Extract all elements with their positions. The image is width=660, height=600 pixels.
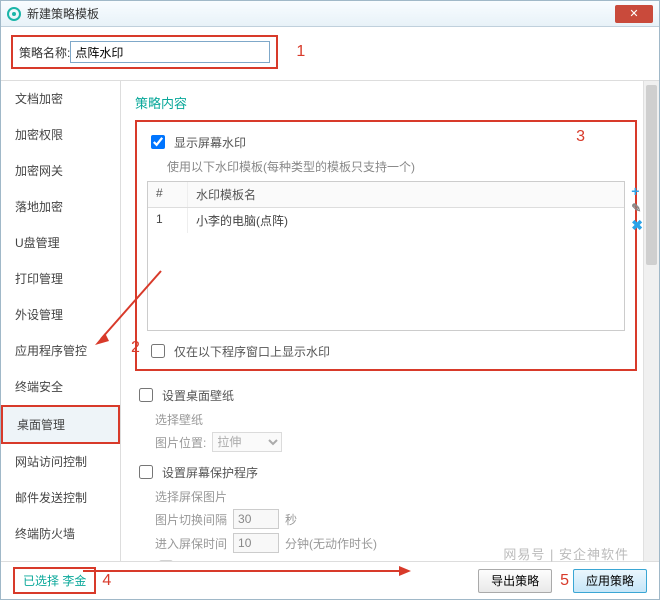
window-title: 新建策略模板: [27, 5, 99, 22]
annotation-4: 4: [102, 572, 111, 590]
annotation-5: 5: [560, 572, 569, 590]
apply-policy-button[interactable]: 应用策略: [573, 569, 647, 593]
policy-name-input[interactable]: [70, 41, 270, 63]
seconds-label: 秒: [285, 511, 297, 528]
pic-pos-label: 图片位置:: [155, 434, 206, 451]
sidebar-item-7[interactable]: 应用程序管控: [1, 333, 120, 369]
pic-pos-select: 拉伸: [212, 432, 282, 452]
sidebar-item-3[interactable]: 落地加密: [1, 189, 120, 225]
selected-user: 已选择 李金: [13, 567, 96, 594]
enter-saver-label: 进入屏保时间: [155, 535, 227, 552]
only-window-label: 仅在以下程序窗口上显示水印: [174, 343, 330, 360]
col-index-header: #: [148, 182, 188, 207]
sidebar-item-13[interactable]: 本地审计: [1, 552, 120, 561]
only-window-checkbox[interactable]: [151, 344, 165, 358]
edit-icon[interactable]: ✎: [631, 201, 643, 215]
sidebar-item-10[interactable]: 网站访问控制: [1, 444, 120, 480]
choose-saver-label: 选择屏保图片: [155, 488, 637, 505]
app-icon: [7, 7, 21, 21]
resume-login-checkbox: [159, 560, 173, 561]
annotation-2: 2: [131, 339, 140, 357]
sidebar-item-12[interactable]: 终端防火墙: [1, 516, 120, 552]
template-table: # 水印模板名 1 小李的电脑(点阵): [147, 181, 625, 331]
wallpaper-label: 设置桌面壁纸: [162, 387, 234, 404]
category-sidebar: 文档加密加密权限加密网关落地加密U盘管理打印管理外设管理应用程序管控终端安全桌面…: [1, 81, 121, 561]
screensaver-label: 设置屏幕保护程序: [162, 464, 258, 481]
main-scrollbar[interactable]: [643, 81, 659, 561]
pic-interval-spin: [233, 509, 279, 529]
sidebar-item-8[interactable]: 终端安全: [1, 369, 120, 405]
delete-icon[interactable]: ✖: [631, 217, 643, 234]
table-row[interactable]: 1 小李的电脑(点阵): [148, 208, 624, 233]
show-watermark-checkbox[interactable]: [151, 135, 165, 149]
sidebar-item-4[interactable]: U盘管理: [1, 225, 120, 261]
watermark-panel: 3 显示屏幕水印 使用以下水印模板(每种类型的模板只支持一个) # 水印模板名 …: [135, 120, 637, 371]
policy-name-label: 策略名称:: [19, 44, 70, 61]
template-hint: 使用以下水印模板(每种类型的模板只支持一个): [167, 158, 625, 175]
export-policy-button[interactable]: 导出策略: [478, 569, 552, 593]
add-icon[interactable]: +: [631, 183, 643, 199]
resume-login-label: 在恢复时显示登录屏幕: [182, 559, 302, 562]
screensaver-checkbox[interactable]: [139, 465, 153, 479]
annotation-3: 3: [576, 128, 585, 146]
sidebar-item-9[interactable]: 桌面管理: [1, 405, 120, 444]
show-watermark-label: 显示屏幕水印: [174, 134, 246, 151]
main-panel: 策略内容 3 显示屏幕水印 使用以下水印模板(每种类型的模板只支持一个) # 水…: [121, 81, 659, 561]
annotation-1: 1: [296, 43, 305, 61]
pic-interval-label: 图片切换间隔: [155, 511, 227, 528]
close-button[interactable]: ✕: [615, 5, 653, 23]
sidebar-item-6[interactable]: 外设管理: [1, 297, 120, 333]
sidebar-item-11[interactable]: 邮件发送控制: [1, 480, 120, 516]
policy-name-group: 策略名称:: [11, 35, 278, 69]
sidebar-item-2[interactable]: 加密网关: [1, 153, 120, 189]
sidebar-item-5[interactable]: 打印管理: [1, 261, 120, 297]
wallpaper-checkbox[interactable]: [139, 388, 153, 402]
choose-wallpaper-label: 选择壁纸: [155, 411, 637, 428]
sidebar-item-0[interactable]: 文档加密: [1, 81, 120, 117]
col-name-header: 水印模板名: [188, 182, 624, 207]
sidebar-item-1[interactable]: 加密权限: [1, 117, 120, 153]
enter-saver-spin: [233, 533, 279, 553]
minutes-hint: 分钟(无动作时长): [285, 535, 377, 552]
section-title: 策略内容: [135, 93, 637, 112]
